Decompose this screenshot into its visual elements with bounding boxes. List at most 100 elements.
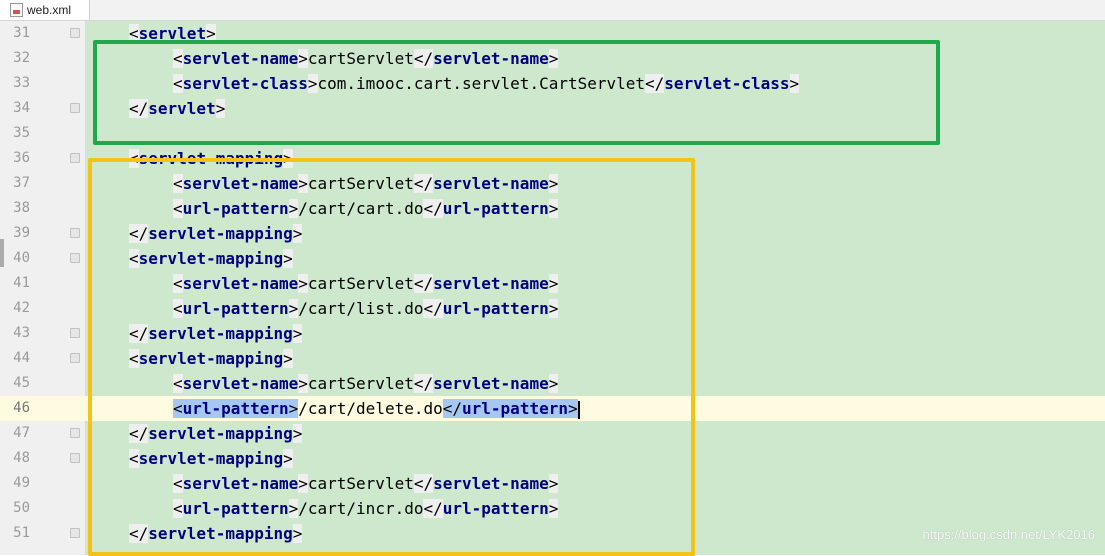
xml-tag-token: > [288,499,299,518]
code-text: </servlet-mapping> [129,421,303,446]
code-text: </servlet-mapping> [129,321,303,346]
code-line[interactable]: 42 <url-pattern>/cart/list.do</url-patter… [0,296,1105,321]
fold-marker-icon[interactable] [70,353,80,363]
line-number: 43 [13,325,30,341]
xml-tag-token: < [129,249,139,268]
xml-tag-token: </ [413,49,434,68]
watermark: https://blog.csdn.net/LYK2016 [922,527,1096,542]
xml-tag-token: servlet-name [182,174,299,193]
xml-tag-token: </ [423,199,443,218]
xml-tag-token: > [288,299,299,318]
line-number: 37 [13,175,30,191]
text-value: cartServlet [307,374,414,393]
fold-marker-icon[interactable] [70,453,80,463]
line-number: 39 [13,225,30,241]
code-line[interactable]: 49 <servlet-name>cartServlet</servlet-nam… [0,471,1105,496]
xml-tag-token: url-pattern [182,399,289,418]
xml-tag-token: > [283,449,293,468]
xml-tag-token: </ [413,474,434,493]
text-value: cartServlet [307,474,414,493]
code-line[interactable]: 34 </servlet> [0,96,1105,121]
xml-tag-token: > [548,299,559,318]
xml-tag-token: > [548,499,559,518]
text-value: /cart/cart.do [298,199,424,218]
xml-tag-token: </ [129,324,149,343]
xml-tag-token: < [173,399,183,418]
code-text: <servlet-name>cartServlet</servlet-name> [173,471,559,496]
fold-marker-icon[interactable] [70,228,80,238]
code-line[interactable]: 44 <servlet-mapping> [0,346,1105,371]
tab-web-xml[interactable]: web.xml [0,0,90,20]
text-value: cartServlet [307,274,414,293]
xml-tag-token: </ [129,99,149,118]
fold-marker-icon[interactable] [70,153,80,163]
line-number: 49 [13,475,30,491]
code-line[interactable]: 45 <servlet-name>cartServlet</servlet-nam… [0,371,1105,396]
code-line[interactable]: 46 <url-pattern>/cart/delete.do</url-patt… [0,396,1105,421]
code-line[interactable]: 37 <servlet-name>cartServlet</servlet-nam… [0,171,1105,196]
xml-tag-token: < [129,24,139,43]
text-value: /cart/delete.do [298,399,443,418]
xml-tag-token: > [298,174,308,193]
xml-tag-token: > [206,24,216,43]
code-editor[interactable]: 31 <servlet> 32 <servlet-name>cartServlet</… [0,21,1105,556]
xml-tag-token: servlet-name [182,374,299,393]
code-line[interactable]: 36 <servlet-mapping> [0,146,1105,171]
xml-tag-token: < [173,74,183,93]
xml-tag-token: servlet-name [182,49,299,68]
code-line[interactable]: 41 <servlet-name>cartServlet</servlet-nam… [0,271,1105,296]
xml-tag-token: servlet-name [433,474,549,493]
xml-tag-token: > [548,374,559,393]
line-number: 32 [13,50,30,66]
code-text: <servlet-name>cartServlet</servlet-name> [173,171,559,196]
xml-tag-token: > [292,524,303,543]
code-text: <servlet-name>cartServlet</servlet-name> [173,371,559,396]
fold-marker-icon[interactable] [70,528,80,538]
xml-tag-token: servlet-mapping [148,224,293,243]
xml-tag-token: servlet [138,24,207,43]
xml-tag-token: > [567,399,578,418]
fold-marker-icon[interactable] [70,428,80,438]
xml-tag-token: servlet-class [664,74,790,93]
xml-file-icon [10,3,23,17]
code-line[interactable]: 48 <servlet-mapping> [0,446,1105,471]
text-value: /cart/list.do [298,299,424,318]
code-line[interactable]: 50 <url-pattern>/cart/incr.do</url-patter… [0,496,1105,521]
fold-marker-icon[interactable] [70,253,80,263]
code-text: <url-pattern>/cart/list.do</url-pattern> [173,296,559,321]
code-line[interactable]: 43 </servlet-mapping> [0,321,1105,346]
xml-tag-token: > [298,274,308,293]
xml-tag-token: > [548,274,559,293]
code-line[interactable]: 40 <servlet-mapping> [0,246,1105,271]
xml-tag-token: > [548,49,559,68]
text-caret [577,400,580,419]
code-line[interactable]: 47 </servlet-mapping> [0,421,1105,446]
text-value: /cart/incr.do [298,499,424,518]
code-line[interactable]: 33 <servlet-class>com.imooc.cart.servlet.… [0,71,1105,96]
xml-tag-token: > [288,399,299,418]
line-number: 40 [13,250,30,266]
xml-tag-token: < [173,274,183,293]
xml-tag-token: </ [129,424,149,443]
editor-tab-bar: web.xml [0,0,1105,21]
code-text: <url-pattern>/cart/incr.do</url-pattern> [173,496,559,521]
code-line[interactable]: 32 <servlet-name>cartServlet</servlet-nam… [0,46,1105,71]
line-number: 36 [13,150,30,166]
fold-marker-icon[interactable] [70,28,80,38]
code-line[interactable]: 38 <url-pattern>/cart/cart.do</url-patter… [0,196,1105,221]
code-text: <servlet-mapping> [129,346,293,371]
xml-tag-token: > [283,349,293,368]
code-line[interactable]: 31 <servlet> [0,21,1105,46]
xml-tag-token: </ [129,524,149,543]
fold-marker-icon[interactable] [70,328,80,338]
code-line[interactable]: 35 [0,121,1105,146]
code-line[interactable]: 39 </servlet-mapping> [0,221,1105,246]
xml-tag-token: url-pattern [182,499,289,518]
xml-tag-token: url-pattern [462,399,568,418]
code-text: <servlet-mapping> [129,146,293,171]
xml-tag-token: > [292,324,303,343]
line-number: 47 [13,425,30,441]
xml-tag-token: < [173,174,183,193]
fold-marker-icon[interactable] [70,103,80,113]
xml-tag-token: < [129,149,139,168]
